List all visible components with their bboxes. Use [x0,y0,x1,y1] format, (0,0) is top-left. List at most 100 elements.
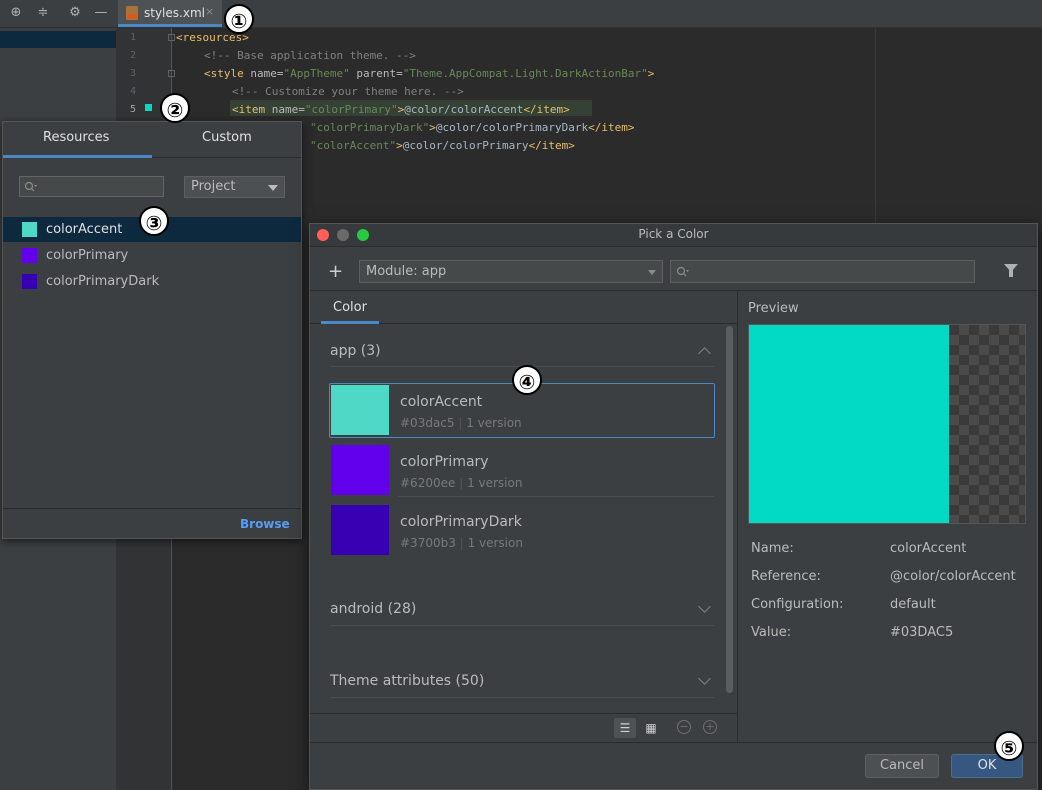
module-select[interactable]: Module: app [359,260,663,283]
color-swatch [331,445,389,495]
browse-link[interactable]: Browse [240,517,290,531]
dialog-search-input[interactable] [670,260,975,283]
callout-badge-5: ⑤ [994,731,1024,761]
grid-view-icon[interactable]: ▦ [640,718,662,738]
xml-tag: </item> [523,103,570,116]
right-margin-guide [875,28,876,223]
editor-tab-bar [116,0,1042,28]
active-tab-indicator [321,321,379,324]
chevron-down-icon [268,185,278,191]
section-divider [330,625,714,626]
list-scrollbar[interactable] [726,326,733,693]
tab-custom[interactable]: Custom [202,130,252,145]
collapse-icon[interactable]: ≑ [35,5,51,21]
add-resource-button[interactable]: + [328,261,343,282]
property-value: default [890,597,936,612]
color-versions: 1 version [467,476,523,490]
color-swatch [331,505,389,555]
panel-divider [737,291,738,742]
search-icon [676,266,689,277]
xml-text: @color/colorPrimaryDark [435,121,589,134]
meta-separator: | [459,476,464,490]
tab-close-icon[interactable]: × [205,5,214,18]
resource-search-input[interactable] [19,176,164,197]
property-value: colorAccent [890,541,967,556]
xml-comment: <!-- Base application theme. --> [204,49,416,62]
property-value: #03DAC5 [890,625,954,640]
line-number: 1 [129,32,136,43]
resource-item-coloraccent[interactable]: colorAccent [46,222,122,237]
color-meta: #03dac5 | 1 version [400,416,522,430]
minimize-icon[interactable]: — [93,5,109,21]
transparency-checkerboard [949,325,1025,523]
tab-resources[interactable]: Resources [43,130,109,145]
color-meta: #6200ee | 1 version [400,476,522,490]
section-android[interactable]: android (28) [330,601,416,617]
zoom-in-icon[interactable]: + [703,720,717,734]
gutter-color-swatch[interactable] [145,104,152,111]
fold-marker-icon[interactable] [168,34,175,41]
callout-badge-1: ① [224,4,254,34]
property-value: @color/colorAccent [890,569,1016,584]
cancel-button[interactable]: Cancel [865,754,939,778]
filter-icon-stem [1009,270,1013,277]
xml-tag: <style [204,67,251,80]
color-swatch [22,248,37,263]
toolbar-divider [310,290,1037,291]
line-number: 2 [129,50,136,61]
module-select-value: Module: app [366,264,447,279]
color-swatch [22,222,37,237]
project-select[interactable]: Project [184,176,285,198]
line-number: 5 [129,104,136,115]
xml-tag: > [396,139,403,152]
gear-icon[interactable]: ⚙ [67,5,83,21]
property-key: Name: [751,541,794,556]
xml-file-icon-badge [128,14,137,19]
zoom-out-icon[interactable]: − [677,720,691,734]
callout-badge-4: ④ [512,365,542,395]
color-hex: #6200ee [400,476,456,490]
list-view-icon[interactable]: ☰ [614,718,636,738]
xml-value: "colorAccent" [310,139,397,152]
section-app[interactable]: app (3) [330,343,381,359]
chevron-down-icon [648,270,656,275]
color-name: colorAccent [400,394,483,410]
xml-tag: > [429,121,436,134]
color-versions: 1 version [467,536,523,550]
resource-item-colorprimarydark[interactable]: colorPrimaryDark [46,274,159,289]
resource-item-colorprimary[interactable]: colorPrimary [46,248,128,263]
xml-comment: <!-- Customize your theme here. --> [232,85,464,98]
preview-label: Preview [748,301,799,316]
color-hex: #3700b3 [400,536,456,550]
xml-value: "colorPrimary" [304,103,398,116]
active-tab-indicator [3,155,152,158]
xml-value: "colorPrimaryDark" [310,121,430,134]
preview-swatch [749,325,949,523]
section-divider [330,697,714,698]
list-footer-divider [310,713,737,714]
fold-marker-icon[interactable] [168,70,175,77]
section-theme-attributes[interactable]: Theme attributes (50) [330,673,484,689]
code-line-2: <!-- Base application theme. --> [204,49,416,62]
property-key: Value: [751,625,792,640]
row-divider [398,496,714,497]
xml-tag: </item> [528,139,575,152]
line-number: 3 [129,68,136,79]
tab-color[interactable]: Color [333,300,367,315]
color-name: colorPrimary [400,454,489,470]
crosshair-icon[interactable]: ⊕ [8,5,24,21]
xml-text: @color/colorAccent [404,103,524,116]
xml-tag: </item> [588,121,635,134]
project-select-value: Project [191,179,236,194]
color-swatch [331,385,389,435]
color-hex: #03dac5 [400,416,455,430]
meta-separator: | [459,536,464,550]
property-key: Reference: [751,569,821,584]
color-swatch [22,274,37,289]
color-versions: 1 version [466,416,522,430]
code-line-6: "colorPrimaryDark">@color/colorPrimaryDa… [310,121,635,134]
project-tree-selected-row[interactable] [0,31,116,48]
meta-separator: | [458,416,463,430]
xml-attr: name= [271,103,305,116]
property-key: Configuration: [751,597,844,612]
